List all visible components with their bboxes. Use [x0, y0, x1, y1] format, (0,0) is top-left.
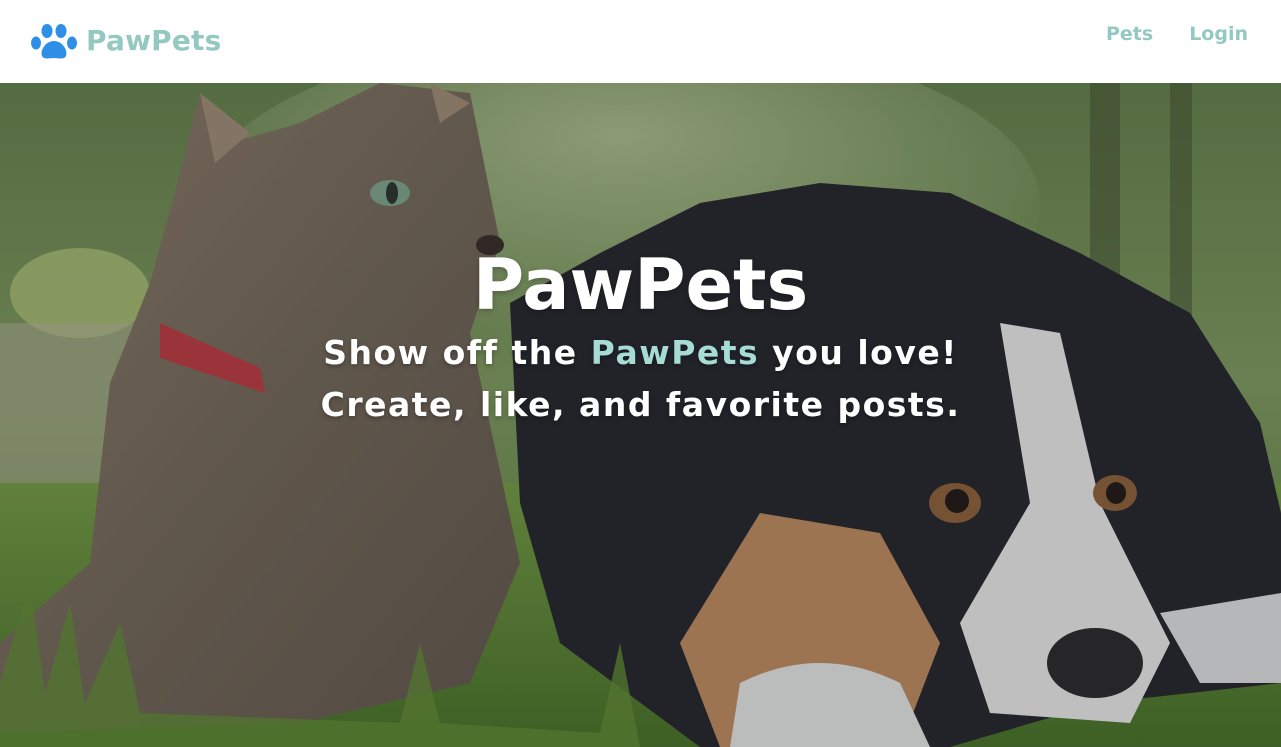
hero-content: PawPets Show off the PawPets you love! C… — [0, 243, 1281, 431]
tagline-suffix: you love! — [759, 333, 958, 372]
nav-link-login[interactable]: Login — [1189, 20, 1248, 48]
brand-link[interactable]: PawPets — [30, 14, 222, 68]
navbar: PawPets Pets Login — [0, 0, 1281, 83]
tagline-accent: PawPets — [590, 333, 760, 372]
paw-icon — [31, 24, 77, 59]
tagline-prefix: Show off the — [323, 333, 591, 372]
hero-title: PawPets — [472, 244, 809, 326]
nav-link-pets[interactable]: Pets — [1106, 20, 1153, 48]
hero-subtagline: Create, like, and favorite posts. — [320, 385, 961, 424]
hero-tagline: Show off the PawPets you love! — [0, 327, 1281, 379]
brand-name: PawPets — [86, 24, 222, 57]
hero-section: PawPets Show off the PawPets you love! C… — [0, 83, 1281, 747]
nav-links: Pets Login — [1106, 20, 1248, 48]
